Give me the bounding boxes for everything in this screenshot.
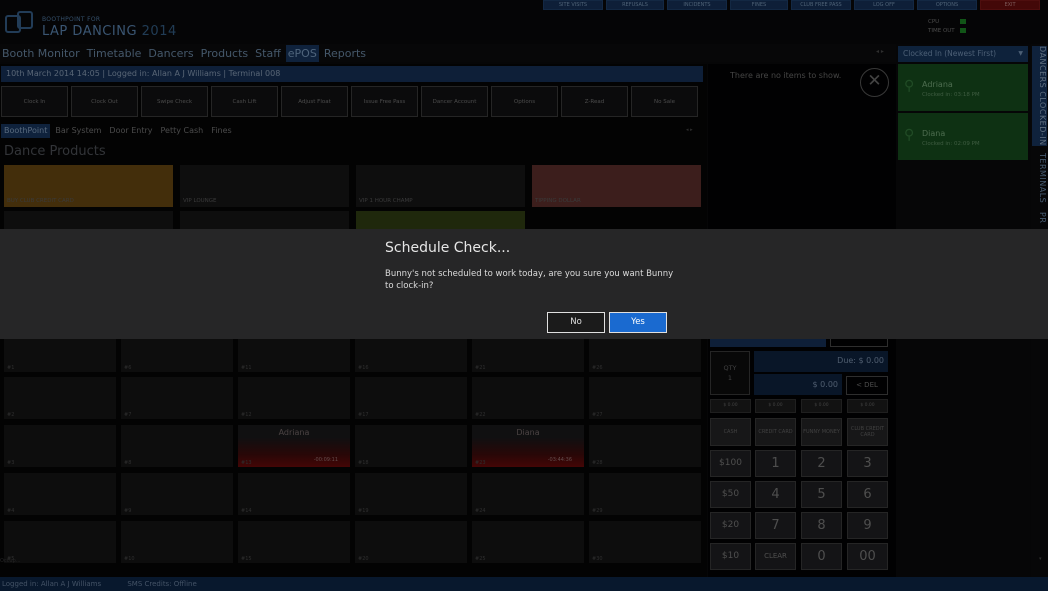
- yes-button[interactable]: Yes: [609, 312, 667, 333]
- schedule-check-dialog: Schedule Check... Bunny's not scheduled …: [0, 229, 1048, 339]
- no-button[interactable]: No: [547, 312, 605, 333]
- dialog-message: Bunny's not scheduled to work today, are…: [385, 269, 674, 291]
- app-window: BOOTHPOINT FOR LAP DANCING 2014 SITE VIS…: [0, 0, 1048, 591]
- dialog-title: Schedule Check...: [385, 240, 511, 256]
